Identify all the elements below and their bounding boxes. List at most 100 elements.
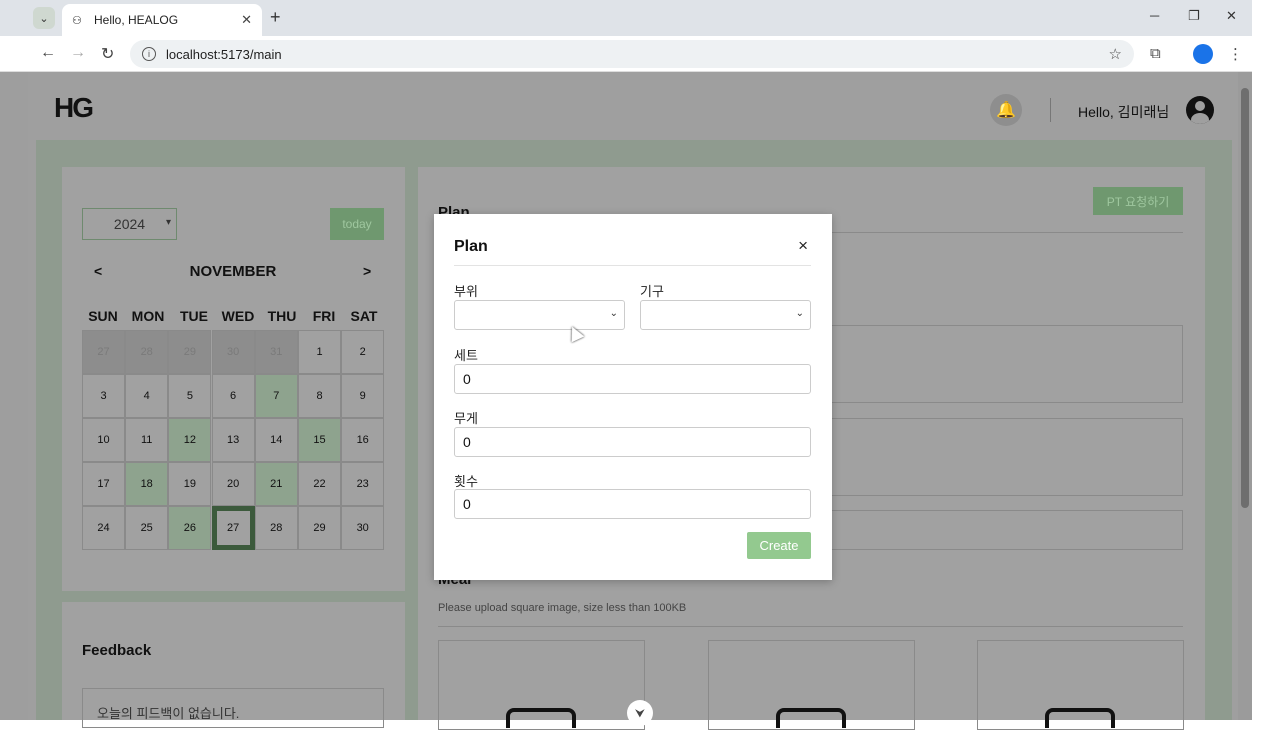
calendar-day[interactable]: 13	[211, 418, 255, 462]
weekday-label: WED	[221, 308, 255, 324]
url-text: localhost:5173/main	[166, 46, 282, 62]
calendar-day[interactable]: 14	[254, 418, 298, 462]
tab-title: Hello, HEALOG	[94, 13, 179, 27]
address-bar[interactable]: i localhost:5173/main ☆	[130, 40, 1134, 68]
header-divider	[1050, 98, 1051, 122]
calendar-day[interactable]: 28	[125, 330, 169, 374]
calendar-day[interactable]: 19	[168, 462, 212, 506]
today-button[interactable]: today	[330, 208, 384, 240]
new-tab-icon[interactable]: +	[270, 7, 281, 28]
calendar-day[interactable]: 27	[82, 330, 125, 374]
calendar-day[interactable]: 27	[211, 506, 255, 550]
calendar-day[interactable]: 4	[125, 374, 169, 418]
calendar-day[interactable]: 17	[82, 462, 125, 506]
tab-close-icon[interactable]: ✕	[241, 12, 252, 28]
reps-input[interactable]: 0	[454, 489, 811, 519]
calendar-day[interactable]: 9	[341, 374, 385, 418]
calendar-day[interactable]: 30	[211, 330, 255, 374]
forward-icon[interactable]: →	[70, 44, 86, 62]
maximize-icon[interactable]: ❐	[1188, 8, 1200, 24]
calendar-day[interactable]: 7	[254, 374, 298, 418]
weight-input[interactable]: 0	[454, 427, 811, 457]
meal-upload-hint: Please upload square image, size less th…	[438, 602, 687, 614]
camera-icon	[506, 708, 576, 728]
year-value: 2024	[113, 216, 146, 232]
minimize-icon[interactable]: ─	[1150, 8, 1159, 23]
year-select[interactable]: 2024 ▾	[82, 208, 177, 240]
back-icon[interactable]: ←	[40, 44, 56, 62]
profile-avatar-icon[interactable]	[1193, 44, 1213, 64]
weekday-label: MON	[131, 308, 165, 324]
calendar-day[interactable]: 24	[82, 506, 125, 550]
calendar-day[interactable]: 21	[254, 462, 298, 506]
plan-item	[830, 510, 1183, 550]
tab-search-icon[interactable]: ⌄	[33, 7, 55, 29]
calendar-day[interactable]: 16	[341, 418, 385, 462]
browser-tabbar: ⌄ ⚇ Hello, HEALOG ✕ + ─ ❐ ✕	[0, 0, 1252, 36]
weekday-label: TUE	[180, 308, 208, 324]
reload-icon[interactable]: ↻	[101, 44, 114, 64]
calendar-day[interactable]: 25	[125, 506, 169, 550]
plan-item	[830, 418, 1183, 496]
calendar-day[interactable]: 18	[125, 462, 169, 506]
next-month-button[interactable]: >	[363, 263, 371, 279]
calendar-day[interactable]: 12	[168, 418, 212, 462]
calendar-day[interactable]: 26	[168, 506, 212, 550]
plan-item	[830, 325, 1183, 403]
camera-icon	[776, 708, 846, 728]
calendar-day[interactable]: 20	[211, 462, 255, 506]
calendar-day[interactable]: 5	[168, 374, 212, 418]
favicon-icon: ⚇	[72, 14, 82, 27]
scroll-down-icon[interactable]: ⮟	[627, 700, 653, 726]
calendar-day[interactable]: 23	[341, 462, 385, 506]
desktop-edge	[1252, 0, 1280, 720]
weekday-label: FRI	[312, 308, 336, 324]
calendar-day[interactable]: 1	[298, 330, 341, 374]
bookmark-star-icon[interactable]: ☆	[1109, 45, 1122, 63]
menu-kebab-icon[interactable]: ⋮	[1228, 45, 1243, 63]
feedback-title: Feedback	[82, 642, 152, 659]
pt-request-button[interactable]: PT 요청하기	[1093, 187, 1183, 215]
equipment-label: 기구	[640, 284, 664, 299]
create-button[interactable]: Create	[747, 532, 811, 559]
close-icon[interactable]: ×	[798, 236, 808, 256]
chevron-down-icon: ⌄	[609, 308, 618, 319]
extensions-icon[interactable]: ⧉	[1150, 45, 1161, 62]
calendar-day[interactable]: 29	[168, 330, 212, 374]
calendar-month: NOVEMBER	[189, 263, 277, 280]
weight-label: 무게	[454, 411, 478, 426]
browser-toolbar: ← → ↻ i localhost:5173/main ☆ ⧉ ⋮	[0, 36, 1252, 72]
chevron-down-icon: ⌄	[795, 308, 804, 319]
calendar-day[interactable]: 31	[254, 330, 298, 374]
calendar-day[interactable]: 11	[125, 418, 169, 462]
calendar-day[interactable]: 28	[254, 506, 298, 550]
chevron-down-icon: ▾	[165, 217, 171, 228]
weekday-label: SUN	[88, 308, 118, 324]
scrollbar-thumb[interactable]	[1241, 88, 1249, 508]
plan-modal: Plan × 부위 기구 ⌄ ⌄ 세트 0 무게 0 횟수 0 Create	[434, 214, 832, 580]
equipment-select[interactable]: ⌄	[640, 300, 811, 330]
calendar-day[interactable]: 29	[298, 506, 341, 550]
app-logo[interactable]: HG	[54, 92, 94, 124]
calendar-day[interactable]: 22	[298, 462, 341, 506]
site-info-icon[interactable]: i	[142, 47, 156, 61]
user-avatar-icon[interactable]	[1186, 96, 1214, 124]
modal-title: Plan	[454, 238, 488, 255]
calendar-day[interactable]: 15	[298, 418, 341, 462]
part-label: 부위	[454, 284, 478, 299]
sets-input[interactable]: 0	[454, 364, 811, 394]
calendar-day[interactable]: 8	[298, 374, 341, 418]
calendar-day[interactable]: 30	[341, 506, 385, 550]
browser-tab[interactable]: ⚇ Hello, HEALOG ✕	[62, 4, 262, 36]
feedback-empty-message: 오늘의 피드백이 없습니다.	[82, 688, 384, 728]
calendar-day[interactable]: 6	[211, 374, 255, 418]
bell-icon[interactable]: 🔔	[990, 94, 1022, 126]
calendar-day[interactable]: 2	[341, 330, 385, 374]
sets-label: 세트	[454, 348, 478, 363]
calendar-day[interactable]: 10	[82, 418, 125, 462]
calendar-day[interactable]: 3	[82, 374, 125, 418]
part-select[interactable]: ⌄	[454, 300, 625, 330]
camera-icon	[1045, 708, 1115, 728]
window-close-icon[interactable]: ✕	[1226, 8, 1237, 24]
user-greeting: Hello, 김미래님	[1078, 104, 1170, 120]
